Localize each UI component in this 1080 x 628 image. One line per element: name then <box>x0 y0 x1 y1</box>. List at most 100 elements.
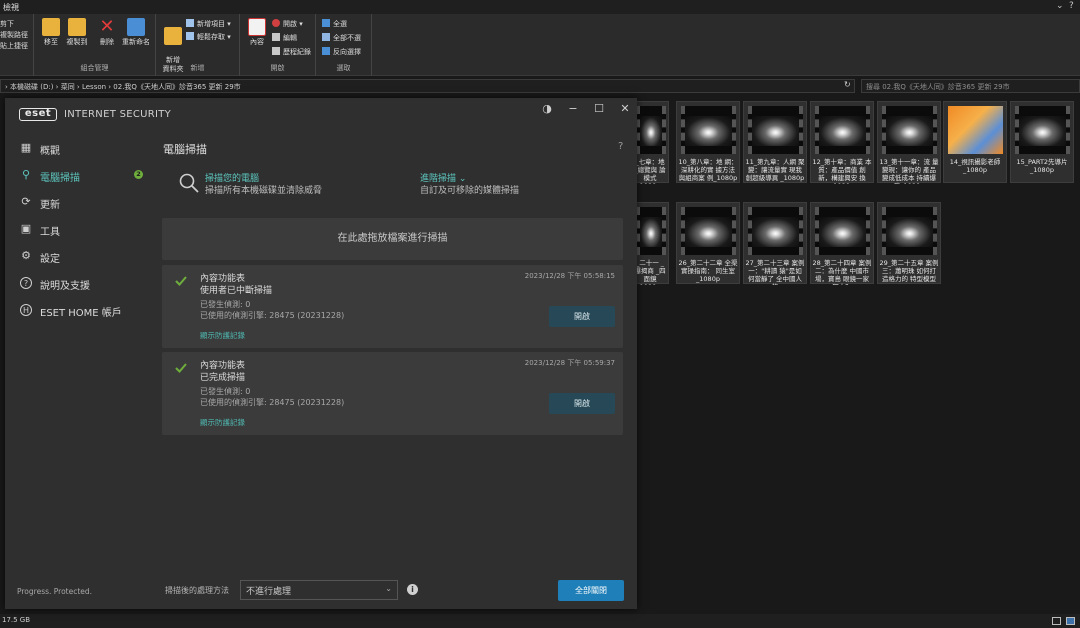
paste-shortcut-button[interactable]: 貼上捷徑 <box>0 41 28 51</box>
file-thumbnail[interactable]: 10_第八章：地 網：深耕化的實 據方法與組商案 例_1080p <box>676 101 740 183</box>
sidebar-item-label: 設定 <box>40 254 60 265</box>
file-thumbnail[interactable]: 12_第十章：商業 本質：產品價值 創新，構建興安 換_1080p <box>810 101 874 184</box>
open-button[interactable]: 開啟 ▾ <box>272 19 303 29</box>
video-frame <box>819 116 866 146</box>
history-button[interactable]: 歷程紀錄 <box>272 47 311 57</box>
help-icon[interactable]: ? <box>1069 1 1074 11</box>
edit-button[interactable]: 編輯 <box>272 33 297 43</box>
chevron-down-icon[interactable]: ⌄ <box>1056 1 1064 11</box>
scan-status: 使用者已中斷掃描 <box>200 286 273 296</box>
video-preview <box>636 207 666 255</box>
chevron-down-icon: ⌄ <box>385 584 392 593</box>
rename-icon <box>127 18 145 36</box>
address-bar[interactable]: › 本機磁碟 (D:) › 菜同 › Lesson › 02.我Q《天地人同》診… <box>0 79 855 93</box>
scan-icon: ⚲ <box>21 168 31 181</box>
explorer-search-input[interactable]: 搜尋 02.我Q《天地人同》診音365 更新 29市 <box>861 79 1080 93</box>
open-scan-button[interactable]: 開啟 <box>549 393 615 414</box>
video-preview <box>681 207 736 255</box>
properties-icon <box>248 18 266 36</box>
show-log-link[interactable]: 顯示防護記錄 <box>200 417 245 428</box>
new-item-button[interactable]: 新增項目 ▾ <box>186 19 231 29</box>
theme-toggle-icon[interactable]: ◑ <box>539 102 555 115</box>
show-log-link[interactable]: 顯示防護記錄 <box>200 330 245 341</box>
invert-selection-button[interactable]: 反向選擇 <box>322 47 361 57</box>
delete-x-icon: ✕ <box>99 16 115 37</box>
video-frame <box>685 116 732 146</box>
details-view-icon[interactable] <box>1052 617 1061 625</box>
file-name: 13_第十一章：流 量變現：讓你的 產品變成低成本 持續爆發_1080p <box>879 158 939 184</box>
large-icons-view-icon[interactable] <box>1066 617 1075 625</box>
file-name: _二十一 _爆揭商 _四面鏡 1080p <box>634 259 666 285</box>
settings-icon: ⚙ <box>21 249 31 262</box>
video-frame <box>819 217 866 247</box>
invert-selection-icon <box>322 47 330 55</box>
video-preview <box>882 106 937 154</box>
file-name: 15_PART2先導片 _1080p <box>1016 158 1068 174</box>
check-icon <box>175 363 187 373</box>
help-icon[interactable]: ? <box>618 141 623 152</box>
file-name: 26_第二十二章 全渠實操指南： 同生室_1080p <box>678 259 738 283</box>
overview-icon: ▦ <box>20 141 32 154</box>
open-group: 內容 開啟 ▾ 編輯 歷程紀錄 開啟 <box>240 14 316 76</box>
refresh-icon[interactable]: ↻ <box>844 80 851 89</box>
file-thumbnail[interactable]: 27_第二十三章 案例一："耕讀 猿"是如何當靜了 全中國人的 <box>743 202 807 285</box>
after-scan-action-select[interactable]: 不進行處理 ⌄ <box>240 580 398 600</box>
scan-result-card: 內容功能表 已完成掃描 2023/12/28 下午 05:59:37 已發生偵測… <box>162 352 623 435</box>
file-thumbnail[interactable]: 28_第二十四章 案例二：為什麼 中國市場，寶島 眼鏡一家獨大？ <box>810 202 874 285</box>
easy-access-button[interactable]: 輕鬆存取 ▾ <box>186 32 231 42</box>
sidebar-item-computer-scan[interactable]: ⚲ 電腦掃描 2 <box>5 163 155 187</box>
close-icon[interactable]: ✕ <box>617 102 633 115</box>
minimize-icon[interactable]: − <box>565 102 581 115</box>
new-group-label: 新增 <box>190 64 205 72</box>
file-thumbnail[interactable]: 26_第二十二章 全渠實操指南： 同生室_1080p <box>676 202 740 284</box>
sidebar-item-update[interactable]: ⟳ 更新 <box>5 190 155 214</box>
folder-move-icon <box>42 18 60 36</box>
explorer-title-bar: 檢視 ⌄ ? <box>0 0 1080 14</box>
sidebar-item-eset-home[interactable]: H ESET HOME 帳戶 <box>5 298 155 322</box>
file-thumbnail[interactable]: 15_PART2先導片 _1080p <box>1010 101 1074 183</box>
select-none-button[interactable]: 全部不選 <box>322 33 361 43</box>
video-frame <box>640 217 662 247</box>
video-frame <box>886 217 933 247</box>
explorer-tab-view[interactable]: 檢視 <box>3 2 19 13</box>
sidebar-item-label: 說明及支援 <box>40 281 90 292</box>
file-thumbnail[interactable]: 13_第十一章：流 量變現：讓你的 產品變成低成本 持續爆發_1080p <box>877 101 941 184</box>
sidebar-item-tools[interactable]: ▣ 工具 <box>5 217 155 241</box>
rename-button[interactable]: 重新命名 <box>120 18 152 47</box>
select-all-button[interactable]: 全選 <box>322 19 347 29</box>
video-frame <box>640 116 662 146</box>
new-item-icon <box>186 19 194 27</box>
cut-button[interactable]: 剪下 <box>0 19 14 29</box>
drag-drop-scan-zone[interactable]: 在此處拖放檔案進行掃描 <box>162 218 623 260</box>
sidebar-item-label: 更新 <box>40 200 60 211</box>
file-thumbnail[interactable]: 14_視訊攝影老師 _1080p <box>943 101 1007 183</box>
history-icon <box>272 47 280 55</box>
close-all-button[interactable]: 全部關閉 <box>558 580 624 601</box>
detection-engine-version: 已使用的偵測引擎: 28475 (20231228) <box>200 398 345 407</box>
tools-icon: ▣ <box>20 222 32 235</box>
eset-logo: eset <box>19 108 57 121</box>
after-scan-action-value: 不進行處理 <box>246 587 292 597</box>
copy-path-button[interactable]: 複製路徑 <box>0 30 28 40</box>
video-frame <box>752 116 799 146</box>
info-icon[interactable]: i <box>407 584 418 595</box>
tagline: Progress. Protected. <box>17 587 93 596</box>
select-group: 全選 全部不選 反向選擇 選取 <box>316 14 372 76</box>
sidebar-item-label: 電腦掃描 <box>40 173 80 184</box>
maximize-icon[interactable]: ☐ <box>591 102 607 115</box>
file-thumbnail[interactable]: 29_第二十五章 案例三：蕭明珠 如何打造格力的 特型模型 <box>877 202 941 284</box>
properties-button[interactable]: 內容 <box>242 18 272 47</box>
edit-icon <box>272 33 280 41</box>
sidebar-item-help-support[interactable]: ? 說明及支援 <box>5 271 155 295</box>
copy-to-button[interactable]: 複製到 <box>62 18 92 47</box>
sidebar-item-overview[interactable]: ▦ 概觀 <box>5 136 155 160</box>
file-thumbnail[interactable]: 11_第九章：人網 聚變：讓流量實 現我創超級導異 _1080p <box>743 101 807 183</box>
sidebar-item-settings[interactable]: ⚙ 設定 <box>5 244 155 268</box>
open-group-label: 開啟 <box>270 64 285 72</box>
scan-status: 已完成掃描 <box>200 373 246 383</box>
file-name: 27_第二十三章 案例一："耕讀 猿"是如何當靜了 全中國人的 <box>745 259 805 285</box>
open-scan-button[interactable]: 開啟 <box>549 306 615 327</box>
scan-page: 電腦掃描 ? 掃描您的電腦 掃描所有本機磁碟並清除威脅 進階掃描 ⌄ 自訂及可移… <box>155 128 637 609</box>
video-preview <box>815 207 870 255</box>
delete-button[interactable]: ✕ 刪除 <box>92 18 122 47</box>
